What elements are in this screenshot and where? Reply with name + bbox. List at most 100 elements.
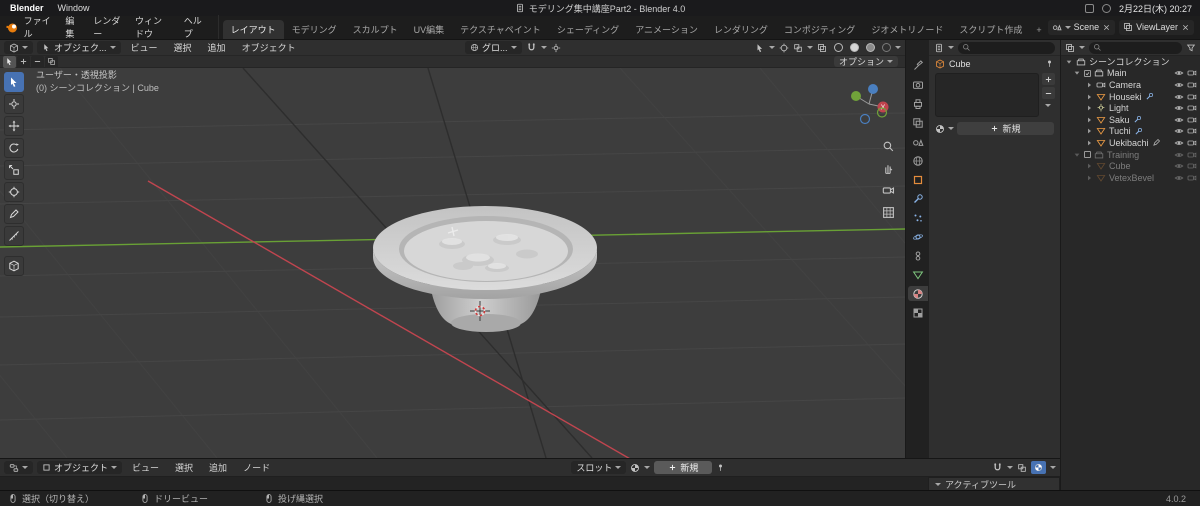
expand-icon[interactable] bbox=[1085, 139, 1093, 147]
tab-view-layer[interactable] bbox=[908, 115, 928, 130]
render-visibility-icon[interactable] bbox=[1187, 161, 1197, 171]
tab-uv-editing[interactable]: UV編集 bbox=[406, 20, 453, 39]
outliner-row-vetexbevel[interactable]: VetexBevel bbox=[1061, 172, 1200, 184]
tab-object[interactable] bbox=[908, 172, 928, 187]
expand-icon[interactable] bbox=[1073, 69, 1081, 77]
add-slot-button[interactable] bbox=[1041, 73, 1055, 85]
hide-eye-icon[interactable] bbox=[1174, 161, 1184, 171]
tool-rotate[interactable] bbox=[4, 138, 24, 158]
shading-chevron[interactable] bbox=[895, 46, 901, 49]
expand-icon[interactable] bbox=[1085, 116, 1093, 124]
viewlayer-selector[interactable]: ViewLayer bbox=[1119, 19, 1194, 35]
scene-selector[interactable]: Scene bbox=[1047, 19, 1116, 35]
render-visibility-icon[interactable] bbox=[1187, 126, 1197, 136]
tab-modeling[interactable]: モデリング bbox=[284, 20, 345, 39]
tool-scale[interactable] bbox=[4, 160, 24, 180]
tool-measure[interactable] bbox=[4, 226, 24, 246]
outliner-row-main[interactable]: Main bbox=[1061, 68, 1200, 80]
gizmo-y-axis[interactable] bbox=[851, 91, 861, 101]
shading-material-button[interactable] bbox=[866, 43, 875, 52]
shading-solid-button[interactable] bbox=[850, 43, 859, 52]
outliner-row-uekibachi[interactable]: Uekibachi bbox=[1061, 137, 1200, 149]
tool-annotate[interactable] bbox=[4, 204, 24, 224]
select-mode-set-button[interactable] bbox=[3, 55, 16, 68]
zoom-icon[interactable] bbox=[882, 140, 895, 153]
material-slot-list[interactable] bbox=[935, 73, 1039, 117]
browse-material-icon[interactable] bbox=[935, 124, 945, 134]
expand-icon[interactable] bbox=[1085, 162, 1093, 170]
unlink-scene-icon[interactable] bbox=[1102, 23, 1111, 32]
overlays-chevron[interactable] bbox=[807, 46, 813, 49]
proportional-edit-icon[interactable] bbox=[551, 43, 561, 53]
toggle-xray-icon[interactable] bbox=[817, 43, 827, 53]
render-visibility-icon[interactable] bbox=[1187, 138, 1197, 148]
show-overlays-icon[interactable] bbox=[793, 43, 803, 53]
blender-logo-icon[interactable] bbox=[5, 20, 17, 35]
slot-specials-chevron[interactable] bbox=[1045, 104, 1051, 107]
render-visibility-icon[interactable] bbox=[1187, 80, 1197, 90]
expand-icon[interactable] bbox=[1085, 81, 1093, 89]
viewport-3d[interactable]: オブジェク... ビュー 選択 追加 オブジェクト グロ... オプション ユー… bbox=[0, 40, 905, 458]
render-visibility-icon[interactable] bbox=[1187, 68, 1197, 78]
tab-texture[interactable] bbox=[908, 305, 928, 320]
pin-icon[interactable] bbox=[1045, 59, 1054, 68]
remove-viewlayer-icon[interactable] bbox=[1181, 23, 1190, 32]
outliner-row-houseki[interactable]: Houseki bbox=[1061, 91, 1200, 103]
outliner-row-camera[interactable]: Camera bbox=[1061, 79, 1200, 91]
tab-compositing[interactable]: コンポジティング bbox=[776, 20, 863, 39]
menu-help[interactable]: ヘルプ bbox=[177, 14, 212, 40]
gizmo-z-neg[interactable] bbox=[859, 113, 871, 125]
slot-selector[interactable]: スロット bbox=[571, 461, 627, 474]
snap-magnet-icon[interactable] bbox=[992, 462, 1003, 473]
hide-eye-icon[interactable] bbox=[1174, 150, 1184, 160]
tab-object-data[interactable] bbox=[908, 267, 928, 282]
hide-eye-icon[interactable] bbox=[1174, 173, 1184, 183]
select-mode-extend-button[interactable] bbox=[17, 55, 30, 68]
pot-object[interactable] bbox=[373, 206, 597, 332]
selectability-icon[interactable] bbox=[755, 43, 765, 53]
show-gizmo-icon[interactable] bbox=[779, 43, 789, 53]
hide-eye-icon[interactable] bbox=[1174, 115, 1184, 125]
snap-options-chevron[interactable] bbox=[540, 46, 547, 49]
outliner-editor-icon[interactable] bbox=[1065, 43, 1075, 53]
camera-view-icon[interactable] bbox=[882, 184, 895, 197]
expand-icon[interactable] bbox=[1085, 104, 1093, 112]
menu-render[interactable]: レンダー bbox=[86, 14, 128, 40]
render-visibility-icon[interactable] bbox=[1187, 92, 1197, 102]
tool-select-box[interactable] bbox=[4, 72, 24, 92]
tab-scene[interactable] bbox=[908, 134, 928, 149]
tool-transform[interactable] bbox=[4, 182, 24, 202]
shader-menu-select[interactable]: 選択 bbox=[169, 461, 199, 474]
properties-editor-icon[interactable] bbox=[934, 43, 944, 53]
modifier-icon[interactable] bbox=[1134, 127, 1143, 136]
tab-rendering[interactable]: レンダリング bbox=[706, 20, 776, 39]
select-mode-subtract-button[interactable] bbox=[31, 55, 44, 68]
outliner-search-input[interactable] bbox=[1089, 41, 1182, 54]
tab-output[interactable] bbox=[908, 96, 928, 111]
snap-chevron[interactable] bbox=[1007, 466, 1013, 469]
tab-geometry-nodes[interactable]: ジオメトリノード bbox=[863, 20, 951, 39]
snap-magnet-icon[interactable] bbox=[526, 42, 537, 53]
viewport-canvas[interactable]: ユーザー・透視投影 (0) シーンコレクション | Cube X bbox=[0, 68, 905, 458]
expand-icon[interactable] bbox=[1085, 93, 1093, 101]
viewport-menu-select[interactable]: 選択 bbox=[168, 41, 198, 54]
remove-slot-button[interactable] bbox=[1041, 87, 1055, 99]
navigation-gizmo[interactable]: X bbox=[846, 76, 892, 134]
menu-window[interactable]: ウィンドウ bbox=[128, 14, 177, 40]
shader-type-selector[interactable]: オブジェクト bbox=[37, 461, 123, 474]
tab-scripting[interactable]: スクリプト作成 bbox=[951, 20, 1030, 39]
tab-material[interactable] bbox=[907, 286, 928, 301]
viewport-menu-object[interactable]: オブジェクト bbox=[236, 41, 302, 54]
annotate-icon[interactable] bbox=[1152, 138, 1161, 147]
tab-render[interactable] bbox=[908, 77, 928, 92]
ortho-grid-icon[interactable] bbox=[882, 206, 895, 219]
shader-menu-view[interactable]: ビュー bbox=[126, 461, 165, 474]
expand-icon[interactable] bbox=[1085, 127, 1093, 135]
hide-eye-icon[interactable] bbox=[1174, 92, 1184, 102]
tool-cursor[interactable] bbox=[4, 94, 24, 114]
editor-type-selector[interactable] bbox=[4, 41, 33, 54]
modifier-icon[interactable] bbox=[1133, 115, 1142, 124]
select-mode-intersect-button[interactable] bbox=[45, 55, 58, 68]
editor-type-selector[interactable] bbox=[4, 461, 33, 474]
hide-eye-icon[interactable] bbox=[1174, 68, 1184, 78]
